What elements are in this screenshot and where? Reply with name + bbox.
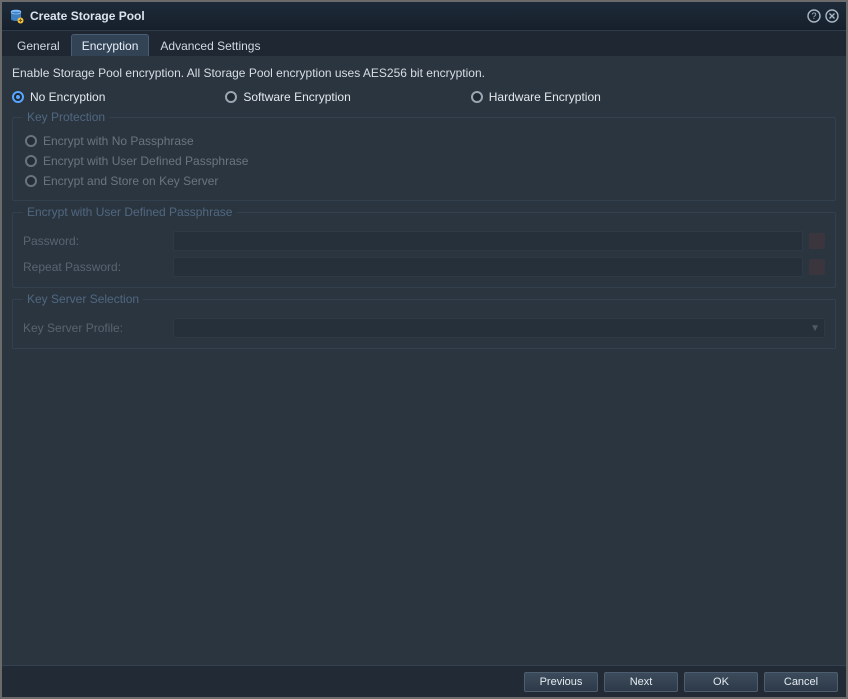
- group-legend: Encrypt with User Defined Passphrase: [23, 205, 236, 219]
- key-server-profile-label: Key Server Profile:: [23, 321, 173, 335]
- radio-icon: [225, 91, 237, 103]
- dialog-create-storage-pool: Create Storage Pool ? General Encryption…: [0, 0, 848, 699]
- radio-label: Software Encryption: [243, 90, 350, 104]
- previous-button[interactable]: Previous: [524, 672, 598, 692]
- radio-no-passphrase: Encrypt with No Passphrase: [25, 134, 825, 148]
- repeat-password-label: Repeat Password:: [23, 260, 173, 274]
- close-icon[interactable]: [824, 8, 840, 24]
- radio-label: Encrypt and Store on Key Server: [43, 174, 218, 188]
- radio-software-encryption[interactable]: Software Encryption: [225, 90, 350, 104]
- password-label: Password:: [23, 234, 173, 248]
- tab-general[interactable]: General: [6, 34, 71, 56]
- radio-label: Encrypt with User Defined Passphrase: [43, 154, 248, 168]
- next-button[interactable]: Next: [604, 672, 678, 692]
- radio-key-server: Encrypt and Store on Key Server: [25, 174, 825, 188]
- storage-pool-icon: [8, 8, 24, 24]
- row-key-server-profile: Key Server Profile: ▼: [23, 318, 825, 338]
- dialog-footer: Previous Next OK Cancel: [2, 665, 846, 697]
- tab-encryption[interactable]: Encryption: [71, 34, 150, 56]
- dialog-title: Create Storage Pool: [30, 9, 806, 23]
- radio-icon: [471, 91, 483, 103]
- radio-icon: [25, 175, 37, 187]
- row-password: Password:: [23, 231, 825, 251]
- radio-no-encryption[interactable]: No Encryption: [12, 90, 105, 104]
- titlebar-buttons: ?: [806, 8, 840, 24]
- radio-icon: [12, 91, 24, 103]
- tab-advanced-settings[interactable]: Advanced Settings: [149, 34, 271, 56]
- titlebar: Create Storage Pool ?: [2, 2, 846, 30]
- group-key-server-selection: Key Server Selection Key Server Profile:…: [12, 292, 836, 349]
- radio-hardware-encryption[interactable]: Hardware Encryption: [471, 90, 601, 104]
- radio-user-defined-passphrase: Encrypt with User Defined Passphrase: [25, 154, 825, 168]
- radio-label: No Encryption: [30, 90, 105, 104]
- chevron-down-icon: ▼: [810, 323, 820, 334]
- radio-label: Encrypt with No Passphrase: [43, 134, 194, 148]
- group-key-protection: Key Protection Encrypt with No Passphras…: [12, 110, 836, 201]
- group-legend: Key Protection: [23, 110, 109, 124]
- help-icon[interactable]: ?: [806, 8, 822, 24]
- radio-icon: [25, 135, 37, 147]
- repeat-password-input: [173, 257, 803, 277]
- password-input: [173, 231, 803, 251]
- key-server-profile-dropdown: ▼: [173, 318, 825, 338]
- group-legend: Key Server Selection: [23, 292, 143, 306]
- encryption-mode-group: No Encryption Software Encryption Hardwa…: [12, 90, 836, 104]
- svg-text:?: ?: [811, 11, 816, 21]
- radio-icon: [25, 155, 37, 167]
- encryption-description: Enable Storage Pool encryption. All Stor…: [12, 66, 836, 80]
- radio-label: Hardware Encryption: [489, 90, 601, 104]
- tab-bar: General Encryption Advanced Settings: [2, 30, 846, 56]
- ok-button[interactable]: OK: [684, 672, 758, 692]
- row-repeat-password: Repeat Password:: [23, 257, 825, 277]
- cancel-button[interactable]: Cancel: [764, 672, 838, 692]
- repeat-password-status-icon: [809, 259, 825, 275]
- tab-panel-encryption: Enable Storage Pool encryption. All Stor…: [2, 56, 846, 665]
- password-status-icon: [809, 233, 825, 249]
- group-user-passphrase: Encrypt with User Defined Passphrase Pas…: [12, 205, 836, 288]
